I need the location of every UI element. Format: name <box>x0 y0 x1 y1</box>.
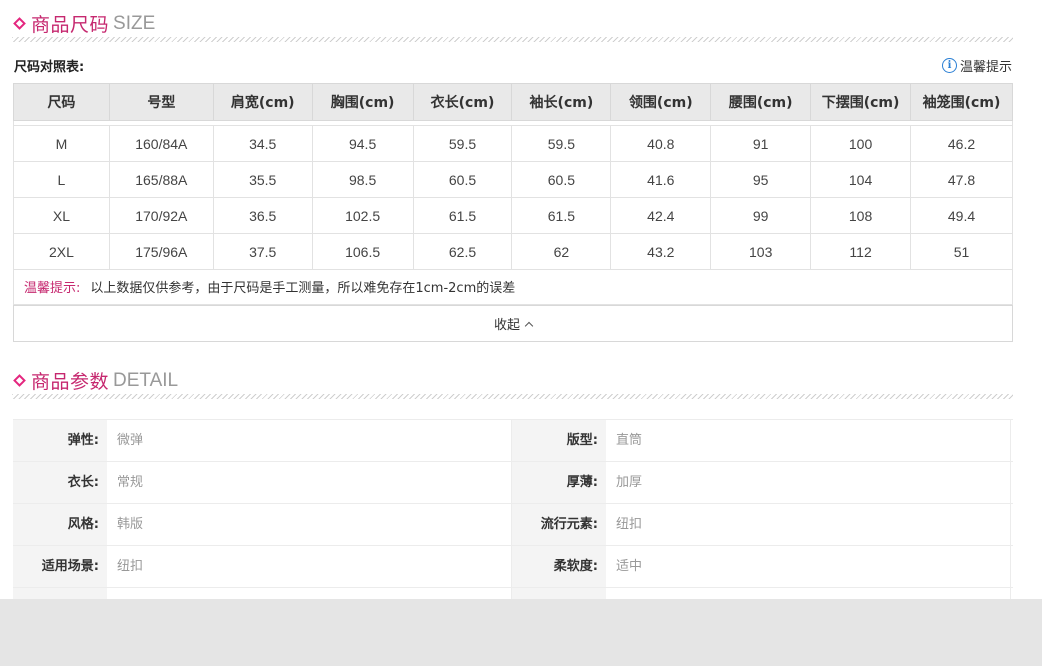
col-header: 下摆围(cm) <box>810 83 912 121</box>
detail-title-en: DETAIL <box>113 369 179 391</box>
table-row: XL 170/92A 36.5 102.5 61.5 61.5 42.4 99 … <box>13 197 1013 234</box>
bottom-overlay <box>0 599 1042 666</box>
table-cell: L <box>13 161 110 198</box>
param-row: 适用场景: 纽扣 柔软度: 适中 <box>13 545 1013 587</box>
param-value: 常规 <box>107 462 512 503</box>
table-cell: 41.6 <box>610 161 712 198</box>
param-value: 纽扣 <box>107 546 512 587</box>
tip-link[interactable]: i 温馨提示 <box>941 56 1012 75</box>
table-cell: 59.5 <box>412 125 513 162</box>
table-cell: 43.2 <box>610 233 712 270</box>
diamond-icon <box>13 374 26 387</box>
table-cell: 175/96A <box>108 233 214 270</box>
table-cell: 108 <box>810 197 912 234</box>
table-cell: 61.5 <box>412 197 513 234</box>
param-row <box>13 587 1013 599</box>
size-table-header: 尺码 号型 肩宽(cm) 胸围(cm) 衣长(cm) 袖长(cm) 领围(cm)… <box>13 83 1013 121</box>
note-label: 温馨提示: <box>24 281 81 296</box>
table-cell: 37.5 <box>212 233 313 270</box>
table-cell: 95 <box>710 161 812 198</box>
chevron-up-icon <box>524 321 534 330</box>
table-cell: 2XL <box>13 233 110 270</box>
table-row: 2XL 175/96A 37.5 106.5 62.5 62 43.2 103 … <box>13 233 1013 270</box>
param-value: 纽扣 <box>606 504 1011 545</box>
table-cell: 36.5 <box>212 197 313 234</box>
table-cell: M <box>13 125 110 162</box>
table-cell: 98.5 <box>311 161 414 198</box>
param-label: 厚薄: <box>512 462 606 503</box>
table-cell: 160/84A <box>108 125 214 162</box>
table-cell: 49.4 <box>910 197 1013 234</box>
table-cell: 40.8 <box>610 125 712 162</box>
param-label: 弹性: <box>13 420 107 461</box>
table-cell: 165/88A <box>108 161 214 198</box>
diamond-icon <box>13 17 26 30</box>
param-label: 流行元素: <box>512 504 606 545</box>
note-text: 以上数据仅供参考，由于尺码是手工测量，所以难免存在1cm-2cm的误差 <box>90 281 516 296</box>
param-value: 直筒 <box>606 420 1011 461</box>
param-label: 柔软度: <box>512 546 606 587</box>
table-cell: 106.5 <box>311 233 414 270</box>
param-value: 适中 <box>606 546 1011 587</box>
col-header: 尺码 <box>13 83 110 121</box>
col-header: 胸围(cm) <box>311 83 414 121</box>
table-cell: 60.5 <box>511 161 612 198</box>
col-header: 领围(cm) <box>610 83 712 121</box>
col-header: 袖笼围(cm) <box>910 83 1013 121</box>
table-cell: 34.5 <box>212 125 313 162</box>
info-icon: i <box>941 58 957 73</box>
collapse-button[interactable]: 收起 <box>13 305 1013 342</box>
table-cell: 62 <box>511 233 612 270</box>
table-cell: 100 <box>810 125 912 162</box>
table-cell: 47.8 <box>910 161 1013 198</box>
size-chart-subtitle: 尺码对照表: <box>14 60 85 75</box>
size-note: 温馨提示: 以上数据仅供参考，由于尺码是手工测量，所以难免存在1cm-2cm的误… <box>13 269 1013 305</box>
param-row: 衣长: 常规 厚薄: 加厚 <box>13 461 1013 503</box>
size-title-en: SIZE <box>113 12 156 34</box>
col-header: 袖长(cm) <box>511 83 612 121</box>
param-label: 适用场景: <box>13 546 107 587</box>
size-section-title: 商品尺码 SIZE <box>12 10 155 37</box>
param-label: 衣长: <box>13 462 107 503</box>
table-cell: 112 <box>810 233 912 270</box>
param-label: 风格: <box>13 504 107 545</box>
size-title-cn: 商品尺码 <box>31 14 110 36</box>
table-cell: 104 <box>810 161 912 198</box>
collapse-label: 收起 <box>493 318 520 333</box>
table-row: L 165/88A 35.5 98.5 60.5 60.5 41.6 95 10… <box>13 161 1013 198</box>
param-row: 风格: 韩版 流行元素: 纽扣 <box>13 503 1013 545</box>
size-table: 尺码 号型 肩宽(cm) 胸围(cm) 衣长(cm) 袖长(cm) 领围(cm)… <box>13 83 1013 270</box>
param-row: 弹性: 微弹 版型: 直筒 <box>13 419 1013 461</box>
param-value: 加厚 <box>606 462 1011 503</box>
table-cell: 99 <box>710 197 812 234</box>
hatch-divider <box>12 394 1013 399</box>
table-cell: 170/92A <box>108 197 214 234</box>
detail-section-title: 商品参数 DETAIL <box>12 367 178 394</box>
col-header: 肩宽(cm) <box>212 83 313 121</box>
col-header: 衣长(cm) <box>412 83 513 121</box>
table-cell: 46.2 <box>910 125 1013 162</box>
table-cell: 59.5 <box>511 125 612 162</box>
table-cell: 91 <box>710 125 812 162</box>
col-header: 腰围(cm) <box>710 83 812 121</box>
table-cell: XL <box>13 197 110 234</box>
table-cell: 60.5 <box>412 161 513 198</box>
table-cell: 35.5 <box>212 161 313 198</box>
detail-title-cn: 商品参数 <box>31 371 110 393</box>
table-cell: 103 <box>710 233 812 270</box>
table-row: M 160/84A 34.5 94.5 59.5 59.5 40.8 91 10… <box>13 125 1013 162</box>
table-cell: 62.5 <box>412 233 513 270</box>
tip-link-label: 温馨提示 <box>959 60 1012 75</box>
detail-params-table: 弹性: 微弹 版型: 直筒 衣长: 常规 厚薄: 加厚 风格: 韩版 流行元素:… <box>13 419 1013 599</box>
param-value: 微弹 <box>107 420 512 461</box>
table-cell: 42.4 <box>610 197 712 234</box>
table-cell: 51 <box>910 233 1013 270</box>
param-value: 韩版 <box>107 504 512 545</box>
table-cell: 94.5 <box>311 125 414 162</box>
col-header: 号型 <box>108 83 214 121</box>
table-cell: 61.5 <box>511 197 612 234</box>
table-cell: 102.5 <box>311 197 414 234</box>
param-label: 版型: <box>512 420 606 461</box>
hatch-divider <box>12 37 1013 42</box>
